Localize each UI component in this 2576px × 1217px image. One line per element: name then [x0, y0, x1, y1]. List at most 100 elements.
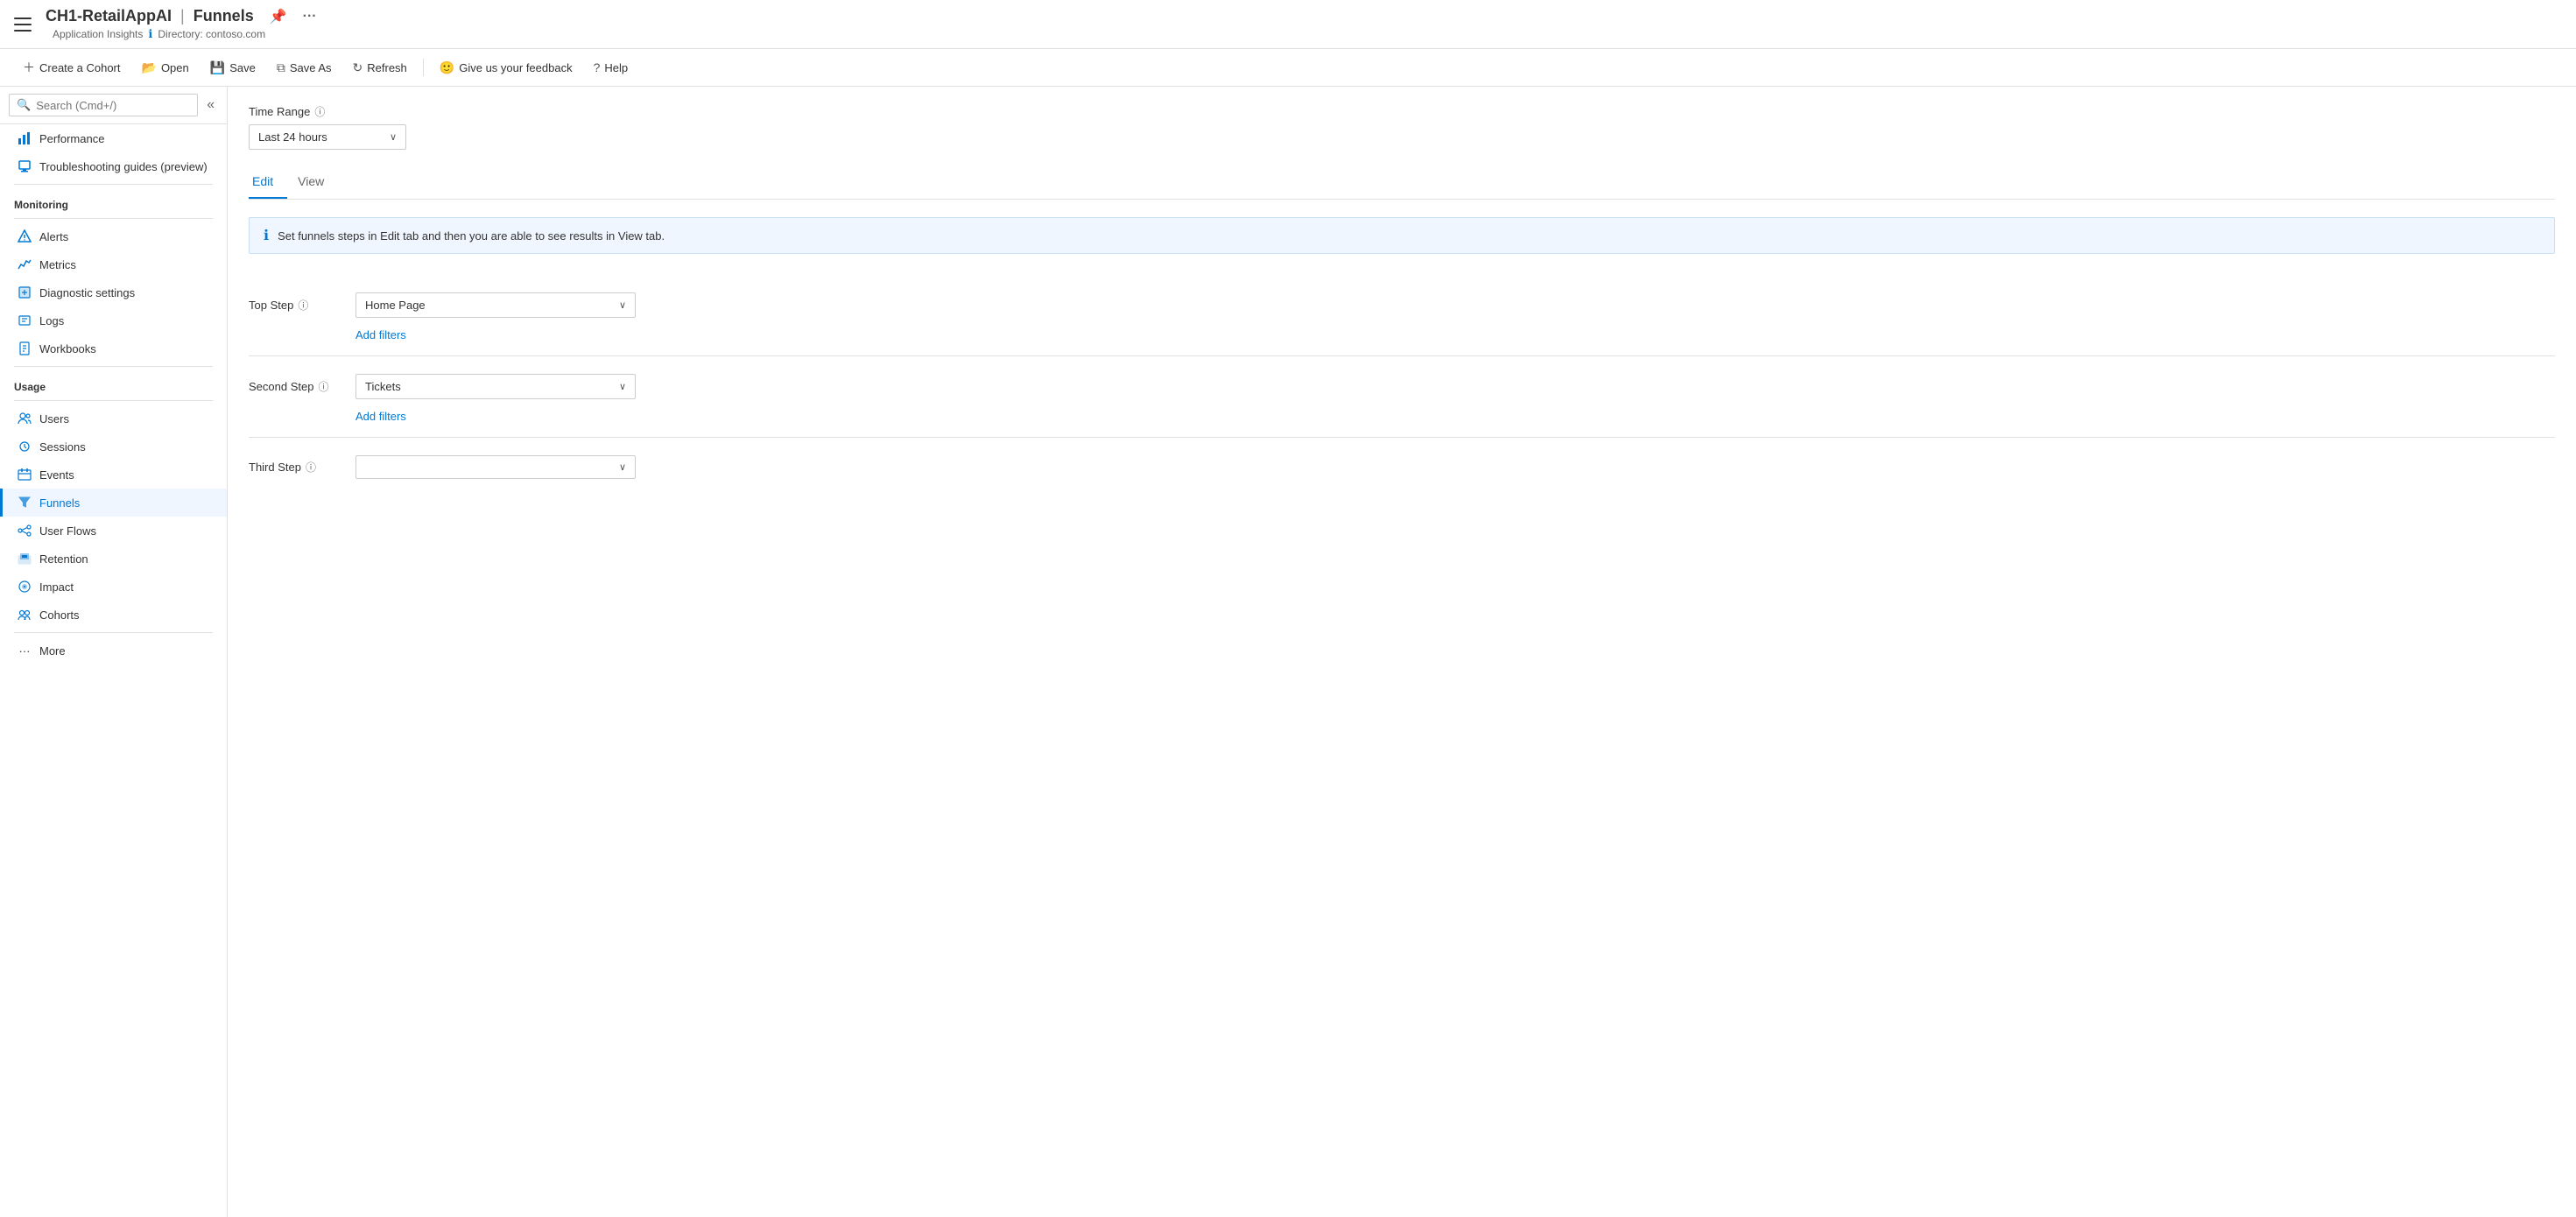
- help-label: Help: [604, 61, 628, 74]
- second-step-info-icon[interactable]: ⓘ: [318, 379, 328, 394]
- info-banner: ℹ Set funnels steps in Edit tab and then…: [249, 217, 2555, 254]
- top-step-add-filters[interactable]: Add filters: [249, 325, 2555, 355]
- sidebar-item-events[interactable]: Events: [0, 461, 227, 489]
- second-step-dropdown[interactable]: Tickets ∨: [355, 374, 636, 399]
- sidebar-item-retention[interactable]: Retention: [0, 545, 227, 573]
- second-step-add-filters[interactable]: Add filters: [249, 406, 2555, 437]
- hamburger-menu[interactable]: [14, 18, 32, 32]
- troubleshooting-icon: [17, 158, 32, 174]
- funnels-icon: [17, 495, 32, 510]
- time-range-value: Last 24 hours: [258, 130, 327, 144]
- sidebar-item-workbooks[interactable]: Workbooks: [0, 334, 227, 362]
- usage-divider: [14, 366, 213, 367]
- tabs-bar: Edit View: [249, 167, 2555, 200]
- sidebar-item-sessions-label: Sessions: [39, 440, 86, 454]
- time-range-dropdown[interactable]: Last 24 hours ∨: [249, 124, 406, 150]
- top-step-label: Top Step ⓘ: [249, 298, 345, 313]
- toolbar: ＋ Create a Cohort 📂 Open 💾 Save ⧉ Save A…: [0, 49, 2576, 87]
- header-title: CH1-RetailAppAI | Funnels 📌 ···: [46, 7, 317, 25]
- third-step-row: Third Step ⓘ ∨: [249, 438, 2555, 486]
- sidebar-item-user-flows[interactable]: User Flows: [0, 517, 227, 545]
- sidebar-item-troubleshooting[interactable]: Troubleshooting guides (preview): [0, 152, 227, 180]
- tab-edit-label: Edit: [252, 174, 273, 188]
- sidebar-item-performance[interactable]: Performance: [0, 124, 227, 152]
- third-step-dropdown[interactable]: ∨: [355, 455, 636, 479]
- top-step-row: Top Step ⓘ Home Page ∨: [249, 275, 2555, 325]
- sidebar-item-retention-label: Retention: [39, 552, 88, 566]
- sidebar-item-performance-label: Performance: [39, 132, 104, 145]
- events-icon: [17, 467, 32, 482]
- third-step-section: Third Step ⓘ ∨: [249, 438, 2555, 486]
- top-step-dropdown[interactable]: Home Page ∨: [355, 292, 636, 318]
- search-input[interactable]: [36, 99, 190, 112]
- top-step-label-text: Top Step: [249, 299, 293, 312]
- sidebar-item-cohorts[interactable]: Cohorts: [0, 601, 227, 629]
- top-header: CH1-RetailAppAI | Funnels 📌 ··· Applicat…: [0, 0, 2576, 49]
- sidebar-item-logs-label: Logs: [39, 314, 64, 327]
- search-icon: 🔍: [17, 98, 31, 112]
- third-step-chevron-icon: ∨: [619, 461, 626, 473]
- sidebar-item-troubleshooting-label: Troubleshooting guides (preview): [39, 160, 208, 173]
- second-step-value: Tickets: [365, 380, 401, 393]
- sidebar-item-logs[interactable]: Logs: [0, 306, 227, 334]
- retention-icon: [17, 551, 32, 566]
- refresh-button[interactable]: ↻ Refresh: [344, 56, 416, 80]
- cohorts-icon: [17, 607, 32, 623]
- save-icon: 💾: [210, 60, 225, 75]
- help-icon: ?: [594, 60, 601, 74]
- tab-view[interactable]: View: [294, 167, 338, 199]
- create-cohort-button[interactable]: ＋ Create a Cohort: [14, 54, 130, 81]
- search-box: 🔍: [9, 94, 198, 116]
- pin-icon[interactable]: 📌: [270, 8, 287, 25]
- sidebar-item-funnels[interactable]: Funnels: [0, 489, 227, 517]
- info-banner-text: Set funnels steps in Edit tab and then y…: [278, 229, 665, 243]
- diagnostic-icon: [17, 285, 32, 300]
- open-button[interactable]: 📂 Open: [133, 56, 198, 80]
- ellipsis-icon[interactable]: ···: [303, 9, 317, 25]
- second-step-section: Second Step ⓘ Tickets ∨ Add filters: [249, 356, 2555, 438]
- save-as-button[interactable]: ⧉ Save As: [268, 56, 341, 80]
- third-step-info-icon[interactable]: ⓘ: [306, 460, 316, 475]
- top-step-info-icon[interactable]: ⓘ: [298, 298, 308, 313]
- second-step-row: Second Step ⓘ Tickets ∨: [249, 356, 2555, 406]
- sidebar-item-users[interactable]: Users: [0, 404, 227, 433]
- refresh-icon: ↻: [353, 60, 363, 75]
- sidebar-item-impact-label: Impact: [39, 580, 74, 594]
- sidebar-item-more-label: More: [39, 644, 66, 658]
- app-type-label: Application Insights: [53, 28, 143, 40]
- feedback-button[interactable]: 🙂 Give us your feedback: [431, 56, 581, 80]
- sidebar-item-metrics[interactable]: Metrics: [0, 250, 227, 278]
- third-step-label: Third Step ⓘ: [249, 460, 345, 475]
- monitoring-section-header: Monitoring: [0, 188, 227, 215]
- help-button[interactable]: ? Help: [585, 56, 637, 79]
- sidebar-item-diagnostic-settings[interactable]: Diagnostic settings: [0, 278, 227, 306]
- third-step-label-text: Third Step: [249, 461, 301, 474]
- refresh-label: Refresh: [367, 61, 407, 74]
- header-meta: CH1-RetailAppAI | Funnels 📌 ··· Applicat…: [46, 7, 317, 41]
- sidebar-item-users-label: Users: [39, 412, 69, 426]
- save-button[interactable]: 💾 Save: [201, 56, 264, 80]
- workbooks-icon: [17, 341, 32, 356]
- logs-icon: [17, 313, 32, 328]
- main-layout: 🔍 « Performance Troubleshooting guides (…: [0, 87, 2576, 1217]
- collapse-sidebar-button[interactable]: «: [203, 97, 218, 113]
- plus-icon: ＋: [23, 59, 35, 76]
- directory-info-icon[interactable]: ℹ: [148, 27, 152, 41]
- sidebar-item-alerts[interactable]: Alerts: [0, 222, 227, 250]
- sidebar-item-more[interactable]: ··· More: [0, 637, 227, 665]
- time-range-info-icon[interactable]: ⓘ: [314, 104, 325, 119]
- sidebar-item-sessions[interactable]: Sessions: [0, 433, 227, 461]
- tab-edit[interactable]: Edit: [249, 167, 287, 199]
- more-dots-icon: ···: [17, 643, 32, 658]
- copy-icon: ⧉: [277, 60, 285, 75]
- more-divider: [14, 632, 213, 633]
- time-range-chevron-icon: ∨: [390, 131, 397, 143]
- impact-icon: [17, 579, 32, 594]
- banner-info-icon: ℹ: [264, 227, 269, 244]
- open-label: Open: [161, 61, 189, 74]
- user-flows-icon: [17, 523, 32, 538]
- sidebar-search-container: 🔍 «: [0, 87, 227, 124]
- monitoring-divider: [14, 184, 213, 185]
- sidebar-item-impact[interactable]: Impact: [0, 573, 227, 601]
- top-step-section: Top Step ⓘ Home Page ∨ Add filters: [249, 275, 2555, 356]
